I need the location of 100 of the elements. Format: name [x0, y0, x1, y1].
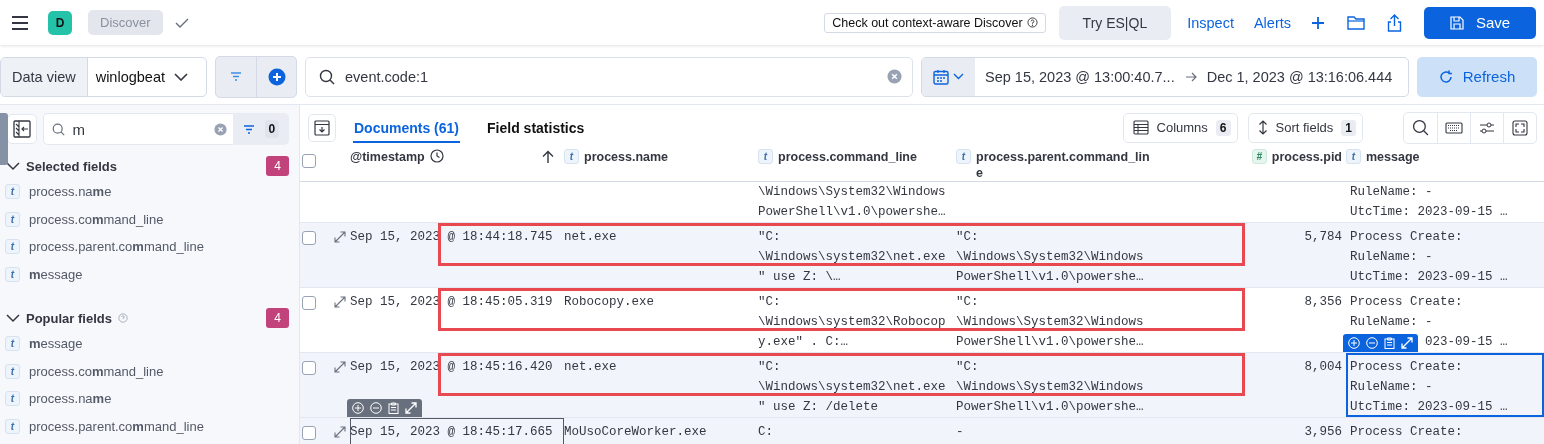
- sort-icon: [1257, 120, 1268, 135]
- expand-icon[interactable]: [334, 296, 346, 308]
- column-header[interactable]: process.pid: [1271, 149, 1342, 165]
- table-cell: \Windows\System32\Windows PowerShell\v1.0\powershe…: [758, 185, 946, 219]
- sort-count: 1: [1341, 119, 1356, 136]
- table-cell: C:: [758, 425, 773, 439]
- clear-icon[interactable]: [213, 122, 227, 136]
- folder-icon[interactable]: [1347, 15, 1365, 30]
- string-type-icon: t: [5, 336, 20, 352]
- table-cell: Sep 15, 2023 @ 18:45:17.665: [350, 425, 553, 439]
- field-name[interactable]: message: [29, 336, 83, 352]
- query-field[interactable]: event.code:1: [305, 56, 913, 97]
- section-title[interactable]: Selected fields: [26, 158, 118, 174]
- data-view-picker[interactable]: Data view winlogbeat: [0, 56, 207, 97]
- chevron-down-icon: [174, 72, 188, 81]
- field-filter-button[interactable]: 0: [232, 113, 289, 145]
- header-link[interactable]: Inspect: [1187, 14, 1234, 31]
- filter-out-icon[interactable]: [1366, 337, 1378, 349]
- date-quick-menu[interactable]: [922, 57, 975, 96]
- column-header[interactable]: process.parent.command_line: [976, 149, 1156, 181]
- save-button[interactable]: Save: [1424, 6, 1536, 39]
- tab[interactable]: Documents (61): [353, 112, 461, 143]
- chevron-down-icon[interactable]: [6, 311, 20, 325]
- start-date[interactable]: Sep 15, 2023 @ 13:00:40.7...: [975, 68, 1185, 85]
- column-header[interactable]: process.command_line: [778, 149, 917, 165]
- field-count-badge: 4: [266, 156, 289, 176]
- field-name[interactable]: process.command_line: [29, 211, 164, 227]
- string-type-icon: t: [5, 184, 20, 200]
- row-checkbox[interactable]: [302, 361, 316, 375]
- focused-cell[interactable]: Sep 15, 2023 @ 18:45:17.665: [350, 418, 564, 444]
- section-title[interactable]: Popular fields: [26, 310, 112, 326]
- table-cell: 8,004: [1304, 360, 1342, 374]
- table-cell: -: [956, 425, 964, 439]
- field-name[interactable]: process.name: [29, 391, 112, 407]
- add-icon[interactable]: [1311, 15, 1325, 30]
- column-header[interactable]: message: [1366, 149, 1420, 165]
- string-type-icon: t: [758, 149, 773, 164]
- table-icon: [1132, 120, 1149, 135]
- data-view-label: Data view: [1, 57, 88, 96]
- copy-icon[interactable]: [388, 402, 399, 414]
- end-date[interactable]: Dec 1, 2023 @ 13:16:06.444: [1196, 68, 1403, 85]
- chevron-down-icon[interactable]: [6, 159, 20, 173]
- field-name[interactable]: message: [29, 266, 83, 282]
- share-icon[interactable]: [1387, 13, 1402, 32]
- table-cell: net.exe: [564, 230, 617, 244]
- string-type-icon: t: [5, 266, 20, 282]
- sort-ascending-icon[interactable]: [542, 150, 554, 164]
- field-search-input[interactable]: m: [72, 120, 206, 138]
- chevron-down-icon: [953, 73, 964, 80]
- collapse-sidebar-button[interactable]: [7, 114, 37, 144]
- row-checkbox[interactable]: [302, 296, 316, 310]
- column-header[interactable]: process.name: [584, 149, 669, 165]
- field-name[interactable]: process.parent.command_line: [29, 418, 204, 434]
- field-search[interactable]: m: [42, 113, 233, 145]
- column-header[interactable]: @timestamp: [350, 149, 425, 165]
- space-avatar[interactable]: D: [48, 10, 72, 35]
- sort-fields-button[interactable]: Sort fields 1: [1247, 112, 1363, 143]
- export-button[interactable]: [308, 113, 336, 142]
- expand-icon[interactable]: [334, 231, 346, 243]
- table-cell: Process Create:: [1350, 425, 1463, 439]
- focused-cell[interactable]: Process Create: RuleName: - UtcTime: 2023-09-15 …: [1346, 353, 1544, 417]
- refresh-icon: [1438, 69, 1453, 84]
- expand-icon[interactable]: [334, 426, 346, 438]
- refresh-button[interactable]: Refresh: [1417, 56, 1537, 97]
- row-checkbox[interactable]: [302, 231, 316, 245]
- number-type-icon: #: [1251, 149, 1267, 164]
- table-cell: "C: \Windows\System32\Windows PowerShell\v1.0\powershe…: [956, 295, 1144, 349]
- data-view-value: winlogbeat: [94, 68, 166, 85]
- filter-in-icon[interactable]: [352, 402, 364, 414]
- arrow-right-icon: [1184, 71, 1197, 82]
- search-icon: [319, 68, 335, 85]
- query-input[interactable]: event.code:1: [345, 68, 877, 85]
- try-esql-button[interactable]: Try ES|QL: [1058, 5, 1172, 40]
- table-cell: MoUsoCoreWorker.exe: [564, 425, 707, 439]
- keyboard-icon: [1445, 121, 1463, 134]
- header-link[interactable]: Alerts: [1253, 14, 1291, 31]
- table-cell: "C: \Windows\system32\net.exe " use Z: \…: [758, 230, 946, 284]
- filter-in-icon[interactable]: [1348, 337, 1360, 349]
- filter-out-icon[interactable]: [370, 402, 382, 414]
- table-cell: 5,784: [1304, 230, 1342, 244]
- clock-icon: [429, 149, 444, 163]
- field-count-badge: 4: [266, 308, 289, 328]
- columns-button[interactable]: Columns 6: [1122, 112, 1238, 143]
- collapse-icon: [12, 120, 31, 138]
- select-all-checkbox[interactable]: [302, 154, 316, 168]
- promo-badge[interactable]: Check out context-aware Discover: [824, 12, 1046, 33]
- table-cell-text: Process Create: RuleName: -: [1350, 294, 1463, 331]
- drag-handle[interactable]: [0, 113, 8, 165]
- menu-icon[interactable]: [11, 15, 29, 30]
- row-checkbox[interactable]: [302, 426, 316, 440]
- clear-icon[interactable]: [887, 69, 902, 84]
- field-name[interactable]: process.parent.command_line: [29, 239, 204, 255]
- plus-circle-icon: [267, 67, 286, 86]
- search-icon: [51, 122, 65, 136]
- field-name[interactable]: process.name: [29, 184, 112, 200]
- save-icon: [1449, 15, 1464, 30]
- expand-icon[interactable]: [334, 361, 346, 373]
- tab[interactable]: Field statistics: [486, 112, 586, 143]
- field-name[interactable]: process.command_line: [29, 363, 164, 379]
- copy-icon[interactable]: [1384, 337, 1395, 349]
